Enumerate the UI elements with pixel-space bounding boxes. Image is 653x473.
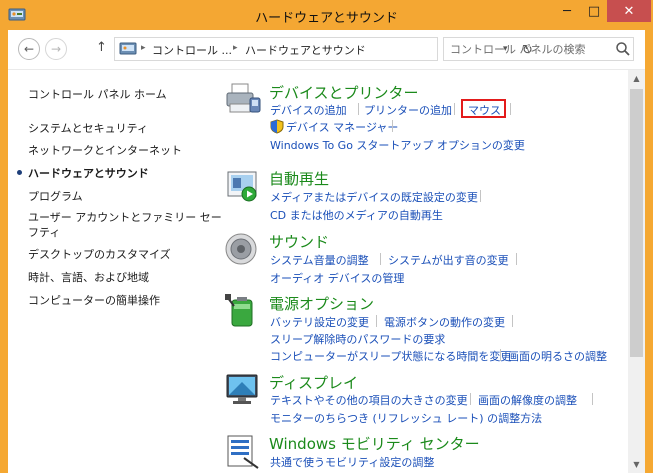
link-add-printer[interactable]: プリンターの追加 — [364, 102, 452, 118]
printer-icon[interactable] — [224, 80, 262, 118]
link-separator — [516, 253, 517, 265]
vertical-scrollbar[interactable]: ▲ ▼ — [628, 70, 645, 473]
mouse-highlight-box: マウス — [461, 99, 506, 118]
category-title-devices-printers[interactable]: デバイスとプリンター — [269, 82, 419, 103]
autoplay-icon[interactable] — [224, 166, 262, 204]
current-item-bullet — [17, 170, 22, 175]
sidebar-item-personalization[interactable]: デスクトップのカスタマイズ — [28, 246, 171, 262]
sidebar-item-user-accounts[interactable]: ユーザー アカウントとファミリー セー フティ — [28, 210, 222, 240]
speaker-icon[interactable] — [224, 230, 262, 268]
search-icon[interactable] — [615, 41, 631, 57]
breadcrumb-separator: ▸ — [141, 43, 146, 53]
category-title-display[interactable]: ディスプレイ — [269, 372, 358, 393]
link-battery-settings[interactable]: バッテリ設定の変更 — [270, 314, 369, 330]
link-device-manager[interactable]: デバイス マネージャー — [286, 119, 398, 135]
minimize-button[interactable]: ─ — [553, 0, 581, 22]
link-separator — [512, 315, 513, 327]
link-separator — [380, 253, 381, 265]
scroll-up-icon[interactable]: ▲ — [628, 70, 645, 87]
main-content: デバイスとプリンター デバイスの追加 プリンターの追加 マウス デバイス マネー… — [208, 70, 628, 473]
link-separator — [392, 120, 393, 132]
sidebar-item-hardware-sound[interactable]: ハードウェアとサウンド — [28, 165, 149, 181]
link-screen-brightness[interactable]: 画面の明るさの調整 — [508, 348, 607, 364]
link-separator — [592, 393, 593, 405]
link-adjust-volume[interactable]: システム音量の調整 — [270, 252, 369, 268]
link-mouse[interactable]: マウス — [468, 102, 501, 118]
sidebar-item-ease-of-access[interactable]: コンピューターの簡単操作 — [28, 292, 160, 308]
up-button[interactable]: ↑ — [96, 40, 107, 55]
link-windows-to-go[interactable]: Windows To Go スタートアップ オプションの変更 — [270, 137, 525, 153]
link-wakeup-password[interactable]: スリープ解除時のパスワードの要求 — [270, 331, 445, 347]
link-sleep-time[interactable]: コンピューターがスリープ状態になる時間を変更 — [270, 348, 511, 364]
link-separator — [470, 393, 471, 405]
address-toolbar: ← → ↑ ▸ コントロール ... ▸ ハードウェアとサウンド ▾ ↻ — [8, 30, 645, 70]
window-frame: ハードウェアとサウンド ─ □ ✕ ← → ↑ ▸ コントロール ... ▸ ハ… — [0, 0, 653, 473]
category-title-power-options[interactable]: 電源オプション — [269, 293, 374, 314]
sidebar-item-clock-language-region[interactable]: 時計、言語、および地域 — [28, 269, 149, 285]
sidebar-item-label: ユーザー アカウントとファミリー セー — [28, 211, 222, 224]
link-screen-resolution[interactable]: 画面の解像度の調整 — [478, 392, 577, 408]
category-title-mobility-center[interactable]: Windows モビリティ センター — [269, 433, 480, 454]
shield-icon — [270, 119, 284, 134]
back-button[interactable]: ← — [18, 38, 40, 60]
link-manage-audio-devices[interactable]: オーディオ デバイスの管理 — [270, 270, 404, 286]
link-mobility-settings[interactable]: 共通で使うモビリティ設定の調整 — [270, 454, 434, 470]
category-title-autoplay[interactable]: 自動再生 — [269, 168, 329, 189]
control-panel-icon — [119, 42, 137, 55]
link-cd-autoplay[interactable]: CD または他のメディアの自動再生 — [270, 207, 443, 223]
breadcrumb-separator: ▸ — [233, 43, 238, 53]
monitor-icon[interactable] — [224, 370, 262, 408]
maximize-button[interactable]: □ — [581, 0, 607, 22]
link-separator — [500, 349, 501, 361]
address-bar[interactable]: ▸ コントロール ... ▸ ハードウェアとサウンド ▾ ↻ — [114, 37, 533, 61]
search-input[interactable] — [450, 41, 610, 57]
sidebar-item-label-line2: フティ — [28, 226, 61, 239]
title-bar[interactable]: ハードウェアとサウンド ─ □ ✕ — [0, 0, 653, 30]
search-box[interactable] — [443, 37, 634, 61]
link-separator — [480, 190, 481, 202]
link-separator — [454, 103, 455, 115]
link-autoplay-defaults[interactable]: メディアまたはデバイスの既定設定の変更 — [270, 189, 478, 205]
link-text-size[interactable]: テキストやその他の項目の大きさの変更 — [270, 392, 468, 408]
scroll-thumb[interactable] — [630, 89, 643, 357]
sidebar-item-network-internet[interactable]: ネットワークとインターネット — [28, 142, 182, 158]
breadcrumb-hardware-sound[interactable]: ハードウェアとサウンド — [245, 42, 366, 58]
sidebar-item-control-panel-home[interactable]: コントロール パネル ホーム — [28, 86, 167, 102]
link-add-device[interactable]: デバイスの追加 — [270, 102, 347, 118]
link-power-button-action[interactable]: 電源ボタンの動作の変更 — [384, 314, 505, 330]
link-change-system-sounds[interactable]: システムが出す音の変更 — [388, 252, 509, 268]
breadcrumb-control-panel[interactable]: コントロール ... — [152, 42, 232, 58]
sidebar: コントロール パネル ホーム システムとセキュリティ ネットワークとインターネッ… — [8, 70, 222, 473]
forward-button[interactable]: → — [45, 38, 67, 60]
client-area: ← → ↑ ▸ コントロール ... ▸ ハードウェアとサウンド ▾ ↻ コント… — [8, 30, 645, 473]
mobility-center-icon[interactable] — [224, 432, 262, 470]
link-separator — [376, 315, 377, 327]
link-separator — [510, 103, 511, 115]
category-title-sound[interactable]: サウンド — [269, 231, 329, 252]
close-button[interactable]: ✕ — [607, 0, 651, 22]
scroll-down-icon[interactable]: ▼ — [628, 456, 645, 473]
sidebar-item-programs[interactable]: プログラム — [28, 188, 83, 204]
link-separator — [358, 103, 359, 115]
battery-power-icon[interactable] — [224, 292, 262, 330]
sidebar-item-system-security[interactable]: システムとセキュリティ — [28, 120, 148, 136]
link-refresh-rate[interactable]: モニターのちらつき (リフレッシュ レート) の調整方法 — [270, 410, 542, 426]
